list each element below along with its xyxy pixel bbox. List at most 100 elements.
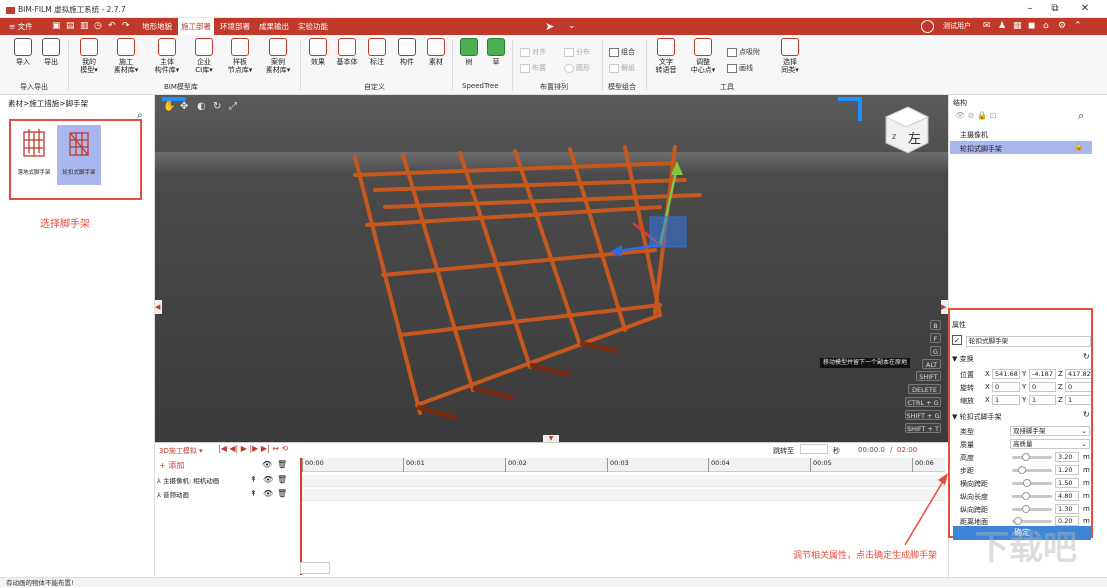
tree-button[interactable]: 树 (454, 38, 484, 66)
my-model-button[interactable]: 我的 模型▾ (74, 38, 104, 74)
visibility-icon[interactable]: 👁 (263, 489, 273, 498)
add-track-button[interactable]: + 添加 (159, 460, 184, 471)
layout-icon[interactable]: ▦ (1013, 21, 1022, 32)
gear-icon[interactable]: ⚙ (1058, 21, 1066, 32)
track-label: 音频动画 (163, 491, 189, 499)
grass-button[interactable]: 草 (481, 38, 511, 66)
combine-button[interactable]: 组合 (609, 47, 635, 57)
enterprise-ci-library-button[interactable]: 企业 CI库▾ (189, 38, 219, 74)
timeline-mode-dropdown[interactable]: 3D施工模拟 ▾ (159, 446, 203, 456)
hotkey-alt[interactable]: ALT (922, 359, 941, 369)
adjust-center-icon (694, 38, 712, 56)
adjust-center-button[interactable]: 调整 中心点▾ (686, 38, 720, 74)
group-label-arrange: 布置排列 (540, 82, 568, 92)
structure-item[interactable]: 主摄像机 (960, 130, 988, 140)
track-lane[interactable] (300, 475, 945, 487)
snap-button[interactable]: 点吸附 (727, 47, 760, 57)
user-name[interactable]: 测试用户 (940, 18, 974, 35)
hotkey-shift-g[interactable]: SHIFT + G (905, 410, 941, 420)
open-icon[interactable]: ▣ (52, 21, 61, 32)
primitive-button[interactable]: 基本体 (332, 38, 362, 66)
menu-experimental[interactable]: 实验功能 (295, 18, 331, 35)
align-button[interactable]: 对齐 (520, 47, 546, 57)
tooltip: 移动模型并留下一个副本在原地 (820, 358, 910, 368)
export-button[interactable]: 导出 (36, 38, 66, 66)
collapse-bottom-icon[interactable]: ▼ (543, 435, 559, 442)
material-item-wheel-scaffold[interactable]: 轮扣式脚手架 (57, 125, 101, 185)
restore-button[interactable]: ⧉ (1045, 2, 1065, 16)
menu-file[interactable]: ≡ 文件 (6, 18, 36, 35)
delete-icon[interactable]: 🗑 (277, 475, 287, 484)
chevron-down-icon[interactable]: ⌄ (568, 21, 576, 32)
jump-to-input[interactable] (800, 444, 828, 454)
draw-line-icon (727, 64, 737, 73)
annotation-adjust-properties: 调节相关属性，点击确定生成脚手架 (793, 548, 937, 561)
record-icon[interactable]: ◼ (1028, 21, 1035, 32)
playhead[interactable] (300, 458, 302, 575)
visibility-icon[interactable]: 👁 (263, 475, 273, 484)
menu-terrain[interactable]: 地形地貌 (139, 18, 175, 35)
collapse-right-icon[interactable]: ▶ (941, 300, 948, 314)
arrange-button[interactable]: 布置 (520, 63, 546, 73)
redo-icon[interactable]: ↷ (122, 21, 130, 32)
effect-button[interactable]: 效果 (303, 38, 333, 66)
hotkey-shift[interactable]: SHIFT (916, 371, 941, 381)
lock-icon[interactable]: 🔓 (1074, 142, 1084, 151)
collapse-ribbon-icon[interactable]: ⌃ (1074, 21, 1082, 32)
time-ruler[interactable]: 00:00 00:01 00:02 00:03 00:04 00:05 00:0… (300, 458, 945, 472)
notification-icon[interactable]: ♟ (998, 21, 1006, 32)
search-icon[interactable]: ⌕ (1078, 109, 1084, 123)
menu-output[interactable]: 成果输出 (256, 18, 292, 35)
structure-toolbar[interactable]: 👁 ⊘ 🔒 ⊡ (955, 111, 996, 120)
my-model-icon (80, 38, 98, 56)
delete-icon[interactable]: 🗑 (277, 460, 287, 469)
ungroup-button[interactable]: 解组 (609, 63, 635, 73)
hotkey-b[interactable]: B (930, 320, 941, 330)
case-library-button[interactable]: 案例 素材库▾ (263, 38, 293, 74)
main-component-library-button[interactable]: 主体 构件库▾ (152, 38, 182, 74)
select-same-button[interactable]: 选择 同类▾ (774, 38, 806, 74)
hotkey-shift-t[interactable]: SHIFT + T (905, 423, 941, 433)
circle-arrange-button[interactable]: 圆形 (564, 63, 590, 73)
close-button[interactable]: ✕ (1075, 2, 1095, 16)
text-to-speech-button[interactable]: 文字 转语音 (650, 38, 682, 74)
undo-icon[interactable]: ↶ (108, 21, 116, 32)
menu-construction[interactable]: 施工部署 (178, 18, 214, 35)
construction-library-icon (117, 38, 135, 56)
keyframe-icon[interactable]: ↟ (250, 489, 257, 498)
history-icon[interactable]: ◷ (94, 21, 102, 32)
visibility-icon[interactable]: 👁 (262, 460, 272, 469)
avatar[interactable] (921, 20, 934, 33)
save-icon[interactable]: ▤ (66, 21, 75, 32)
save-as-icon[interactable]: ▥ (80, 21, 89, 32)
current-time: 00:00.0 (858, 446, 885, 454)
keyframe-icon[interactable]: ↟ (250, 475, 257, 484)
hotkey-ctrl-g[interactable]: CTRL + G (905, 397, 941, 407)
annotation-button[interactable]: 标注 (362, 38, 392, 66)
component-button[interactable]: 构件 (392, 38, 422, 66)
ribbon-divider (512, 39, 513, 91)
playback-controls[interactable]: |◀ ◀| ▶ |▶ ▶| ↔ ⟲ (218, 444, 288, 453)
minimize-button[interactable]: – (1020, 2, 1040, 16)
hotkey-g[interactable]: G (930, 346, 941, 356)
track-lane[interactable] (300, 489, 945, 501)
view-cube-icon[interactable]: Z 左 (878, 105, 933, 155)
import-button[interactable]: 导入 (8, 38, 38, 66)
play-mode-icon[interactable]: ➤ (545, 21, 554, 32)
mail-icon[interactable]: ✉ (983, 21, 991, 32)
collapse-left-icon[interactable]: ◀ (155, 300, 162, 314)
menu-environment[interactable]: 环境部署 (217, 18, 253, 35)
material-button[interactable]: 素材 (421, 38, 451, 66)
scaffold-model[interactable] (155, 95, 948, 442)
hotkey-f[interactable]: F (930, 333, 941, 343)
time-tick: 00:03 (607, 458, 629, 472)
timeline-scrollbar[interactable] (300, 562, 330, 574)
delete-icon[interactable]: 🗑 (277, 489, 287, 498)
draw-line-button[interactable]: 画线 (727, 63, 753, 73)
material-item-floor-scaffold[interactable]: 落地式脚手架 (12, 125, 56, 185)
distribute-button[interactable]: 分布 (564, 47, 590, 57)
construction-library-button[interactable]: 施工 素材库▾ (111, 38, 141, 74)
hotkey-delete[interactable]: DELETE (908, 384, 941, 394)
template-node-library-button[interactable]: 样板 节点库▾ (225, 38, 255, 74)
home-icon[interactable]: ⌂ (1043, 21, 1049, 32)
